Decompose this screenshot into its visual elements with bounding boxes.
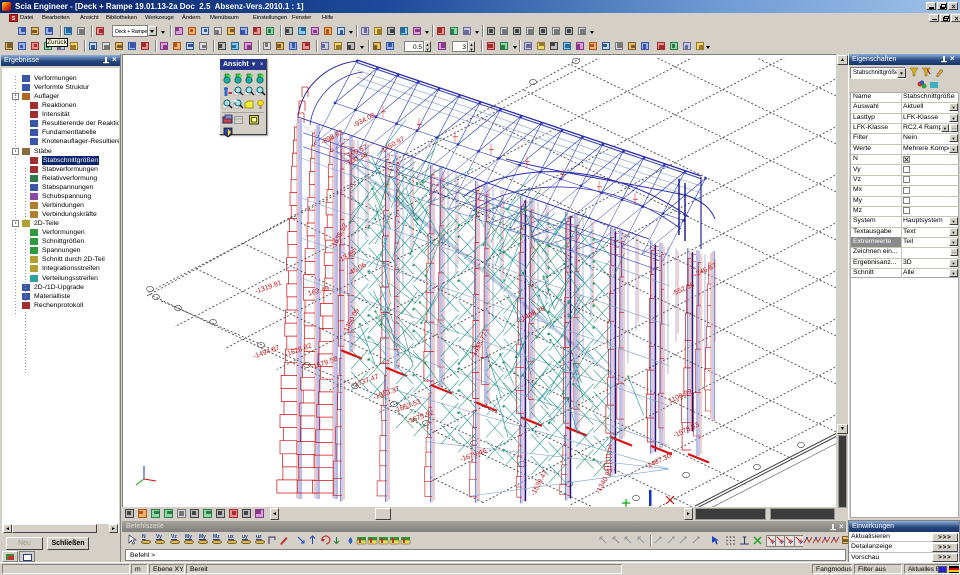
svg-text:-934.08: -934.08 xyxy=(352,112,376,129)
svg-text:-1539.47: -1539.47 xyxy=(530,469,549,497)
svg-text:-898.62: -898.62 xyxy=(320,129,344,146)
svg-text:-1679.46: -1679.46 xyxy=(459,448,487,464)
svg-text:-1494.87: -1494.87 xyxy=(252,345,280,361)
svg-text:-1653.53: -1653.53 xyxy=(393,399,421,415)
svg-text:-1319.81: -1319.81 xyxy=(254,280,282,296)
